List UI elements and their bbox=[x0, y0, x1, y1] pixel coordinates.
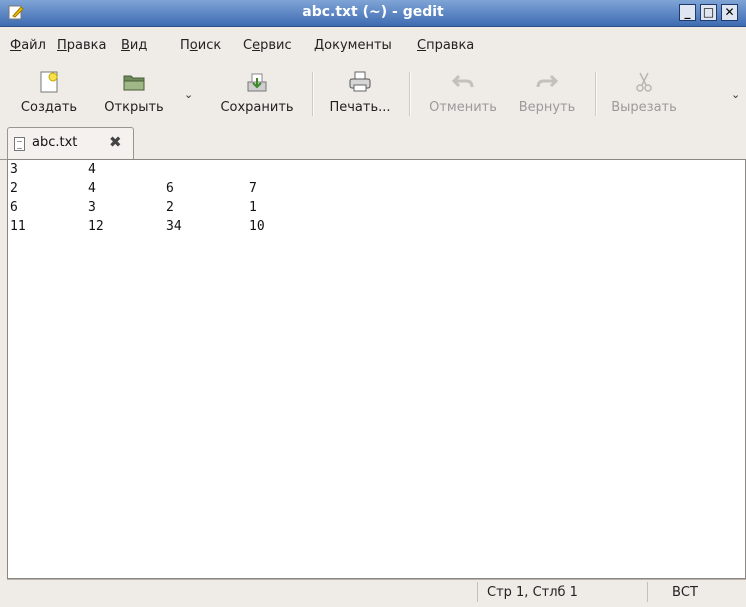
tab-label: abc.txt bbox=[32, 135, 78, 150]
close-tab-icon[interactable]: ✖ bbox=[109, 133, 122, 151]
open-button[interactable]: Открыть bbox=[94, 62, 174, 124]
window-title: abc.txt (~) - gedit bbox=[302, 4, 444, 20]
cut-button[interactable]: Вырезать bbox=[603, 62, 685, 124]
toolbar: Создать Открыть ⌄ Сохранить Печать... От… bbox=[0, 62, 746, 124]
undo-button[interactable]: Отменить bbox=[418, 62, 508, 124]
menu-view[interactable]: Вид bbox=[121, 38, 147, 53]
menu-bar: Файл Правка Вид Поиск Сервис Документы С… bbox=[0, 35, 746, 59]
toolbar-separator bbox=[312, 72, 314, 116]
menu-tools[interactable]: Сервис bbox=[243, 38, 292, 53]
tab-abc-txt[interactable]: abc.txt ✖ bbox=[7, 127, 134, 159]
toolbar-separator bbox=[409, 72, 411, 116]
menu-file[interactable]: Файл bbox=[10, 38, 46, 53]
toolbar-overflow-dropdown[interactable]: ⌄ bbox=[731, 88, 740, 101]
close-window-button[interactable]: ✕ bbox=[721, 4, 738, 21]
redo-button[interactable]: Вернуть bbox=[510, 62, 584, 124]
undo-icon bbox=[451, 74, 474, 88]
open-folder-icon bbox=[123, 75, 145, 91]
insert-mode: ВСТ bbox=[672, 585, 698, 600]
save-button[interactable]: Сохранить bbox=[211, 62, 303, 124]
new-document-icon bbox=[40, 71, 58, 93]
menu-search[interactable]: Поиск bbox=[180, 38, 221, 53]
text-editor[interactable]: 3 4 2 4 6 7 6 3 2 1 11 12 34 10 bbox=[7, 159, 746, 579]
menu-documents[interactable]: Документы bbox=[314, 38, 392, 53]
menu-help[interactable]: Справка bbox=[417, 38, 474, 53]
cursor-position: Стр 1, Стлб 1 bbox=[487, 585, 578, 600]
status-divider bbox=[477, 582, 478, 602]
open-recent-dropdown[interactable]: ⌄ bbox=[184, 88, 193, 101]
printer-icon bbox=[349, 71, 371, 92]
status-bar: Стр 1, Стлб 1 ВСТ bbox=[7, 579, 746, 604]
status-divider bbox=[647, 582, 648, 602]
toolbar-separator bbox=[595, 72, 597, 116]
print-button[interactable]: Печать... bbox=[320, 62, 400, 124]
redo-icon bbox=[536, 74, 559, 88]
new-button[interactable]: Создать bbox=[10, 62, 88, 124]
save-icon bbox=[247, 73, 267, 92]
menu-edit[interactable]: Правка bbox=[57, 38, 106, 53]
document-tabs: abc.txt ✖ bbox=[0, 125, 746, 160]
minimize-button[interactable]: _ bbox=[679, 4, 696, 21]
text-file-icon bbox=[14, 137, 25, 151]
title-bar: abc.txt (~) - gedit _ □ ✕ bbox=[0, 0, 746, 27]
maximize-button[interactable]: □ bbox=[700, 4, 717, 21]
scissors-icon bbox=[636, 72, 652, 92]
